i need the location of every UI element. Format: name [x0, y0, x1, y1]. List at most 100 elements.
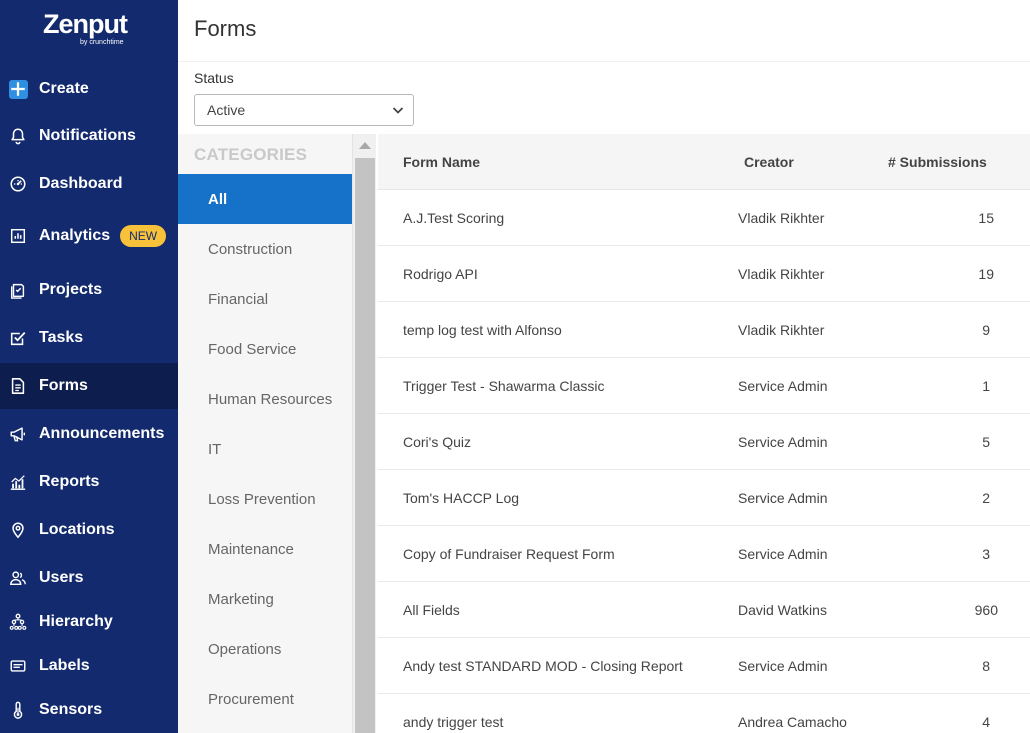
- form-name-cell: Andy test STANDARD MOD - Closing Report: [403, 658, 683, 674]
- table-row[interactable]: Trigger Test - Shawarma Classic Service …: [378, 358, 1030, 414]
- category-marketing[interactable]: Marketing: [178, 574, 352, 624]
- column-header-form-name[interactable]: Form Name: [403, 154, 480, 170]
- sidebar: Zenput by crunchtime Create Notification…: [0, 0, 178, 733]
- header-divider: [178, 61, 1030, 62]
- map-pin-icon: [8, 520, 28, 540]
- sidebar-item-label: Announcements: [39, 425, 165, 442]
- submissions-cell: 19: [978, 266, 994, 282]
- zenput-logo[interactable]: Zenput by crunchtime: [43, 10, 143, 50]
- column-header-submissions[interactable]: # Submissions: [888, 154, 987, 170]
- sidebar-item-label: Analytics: [39, 227, 111, 244]
- sidebar-item-label: Projects: [39, 281, 103, 298]
- sidebar-item-projects[interactable]: Projects: [0, 267, 178, 313]
- sidebar-item-label: Hierarchy: [39, 613, 113, 630]
- status-label: Status: [194, 70, 234, 86]
- creator-cell: Vladik Rikhter: [738, 322, 825, 338]
- form-name-cell: andy trigger test: [403, 714, 504, 730]
- sidebar-item-notifications[interactable]: Notifications: [0, 113, 178, 159]
- creator-cell: Andrea Camacho: [738, 714, 847, 730]
- creator-cell: Service Admin: [738, 658, 828, 674]
- form-name-cell: Tom's HACCP Log: [403, 490, 520, 506]
- sidebar-item-create[interactable]: Create: [0, 66, 178, 112]
- form-name-cell: All Fields: [403, 602, 460, 618]
- form-name-cell: Trigger Test - Shawarma Classic: [403, 378, 605, 394]
- table-row[interactable]: Rodrigo API Vladik Rikhter 19: [378, 246, 1030, 302]
- creator-cell: Vladik Rikhter: [738, 266, 825, 282]
- category-operations[interactable]: Operations: [178, 624, 352, 674]
- sidebar-item-reports[interactable]: Reports: [0, 459, 178, 505]
- sidebar-item-sensors[interactable]: Sensors: [0, 687, 178, 733]
- table-row[interactable]: andy trigger test Andrea Camacho 4: [378, 694, 1030, 733]
- submissions-cell: 9: [982, 322, 990, 338]
- gauge-icon: [8, 174, 28, 194]
- category-loss-prevention[interactable]: Loss Prevention: [178, 474, 352, 524]
- category-construction[interactable]: Construction: [178, 224, 352, 274]
- table-row[interactable]: temp log test with Alfonso Vladik Rikhte…: [378, 302, 1030, 358]
- column-header-creator[interactable]: Creator: [744, 154, 794, 170]
- scroll-up-arrow-icon[interactable]: [359, 142, 371, 149]
- submissions-cell: 1: [982, 378, 990, 394]
- table-row[interactable]: Tom's HACCP Log Service Admin 2: [378, 470, 1030, 526]
- status-dropdown[interactable]: Active: [194, 94, 414, 126]
- categories-panel: CATEGORIES All Construction Financial Fo…: [178, 134, 354, 733]
- logo-subtext: by crunchtime: [80, 39, 124, 46]
- submissions-cell: 2: [982, 490, 990, 506]
- sidebar-item-forms[interactable]: Forms: [0, 363, 178, 409]
- submissions-cell: 15: [978, 210, 994, 226]
- creator-cell: David Watkins: [738, 602, 827, 618]
- category-financial[interactable]: Financial: [178, 274, 352, 324]
- sidebar-item-label: Labels: [39, 657, 90, 674]
- table-row[interactable]: A.J.Test Scoring Vladik Rikhter 15: [378, 190, 1030, 246]
- category-procurement[interactable]: Procurement: [178, 674, 352, 724]
- sidebar-item-label: Create: [39, 80, 89, 97]
- sidebar-item-label: Notifications: [39, 127, 136, 144]
- form-name-cell: Cori's Quiz: [403, 434, 472, 450]
- sidebar-item-locations[interactable]: Locations: [0, 507, 178, 553]
- sidebar-item-users[interactable]: Users: [0, 555, 178, 601]
- categories-heading: CATEGORIES: [194, 145, 308, 164]
- sidebar-item-label: Dashboard: [39, 175, 123, 192]
- sidebar-item-label: Users: [39, 569, 84, 586]
- forms-table: Form Name Creator # Submissions A.J.Test…: [378, 134, 1030, 733]
- submissions-cell: 3: [982, 546, 990, 562]
- category-food-service[interactable]: Food Service: [178, 324, 352, 374]
- label-icon: [8, 656, 28, 676]
- sidebar-item-dashboard[interactable]: Dashboard: [0, 161, 178, 207]
- sidebar-item-label: Tasks: [39, 329, 84, 346]
- form-name-cell: A.J.Test Scoring: [403, 210, 505, 226]
- sidebar-item-label: Reports: [39, 473, 100, 490]
- table-row[interactable]: All Fields David Watkins 960: [378, 582, 1030, 638]
- sidebar-item-announcements[interactable]: Announcements: [0, 411, 178, 457]
- creator-cell: Service Admin: [738, 490, 828, 506]
- sidebar-item-label: Forms: [39, 377, 88, 394]
- scrollbar-thumb[interactable]: [355, 158, 375, 733]
- sidebar-item-analytics[interactable]: Analytics NEW: [0, 213, 178, 259]
- checkbox-icon: [8, 328, 28, 348]
- category-it[interactable]: IT: [178, 424, 352, 474]
- submissions-cell: 4: [982, 714, 990, 730]
- form-name-cell: Copy of Fundraiser Request Form: [403, 546, 615, 562]
- sidebar-item-labels[interactable]: Labels: [0, 643, 178, 689]
- category-maintenance[interactable]: Maintenance: [178, 524, 352, 574]
- sidebar-item-label: Sensors: [39, 701, 103, 718]
- creator-cell: Service Admin: [738, 378, 828, 394]
- creator-cell: Vladik Rikhter: [738, 210, 825, 226]
- new-badge: NEW: [120, 225, 167, 247]
- category-human-resources[interactable]: Human Resources: [178, 374, 352, 424]
- sidebar-item-tasks[interactable]: Tasks: [0, 315, 178, 361]
- creator-cell: Service Admin: [738, 546, 828, 562]
- sidebar-item-label: Locations: [39, 521, 115, 538]
- bar-chart-icon: [8, 472, 28, 492]
- status-selected-value: Active: [207, 102, 246, 118]
- form-name-cell: temp log test with Alfonso: [403, 322, 562, 338]
- megaphone-icon: [8, 424, 28, 444]
- table-row[interactable]: Copy of Fundraiser Request Form Service …: [378, 526, 1030, 582]
- table-row[interactable]: Cori's Quiz Service Admin 5: [378, 414, 1030, 470]
- category-all[interactable]: All: [178, 174, 352, 224]
- categories-scrollbar[interactable]: [352, 134, 376, 733]
- clipboard-icon: [8, 280, 28, 300]
- sidebar-item-hierarchy[interactable]: Hierarchy: [0, 599, 178, 645]
- page-title: Forms: [194, 16, 257, 41]
- table-row[interactable]: Andy test STANDARD MOD - Closing Report …: [378, 638, 1030, 694]
- logo-text: Zenput: [43, 9, 128, 39]
